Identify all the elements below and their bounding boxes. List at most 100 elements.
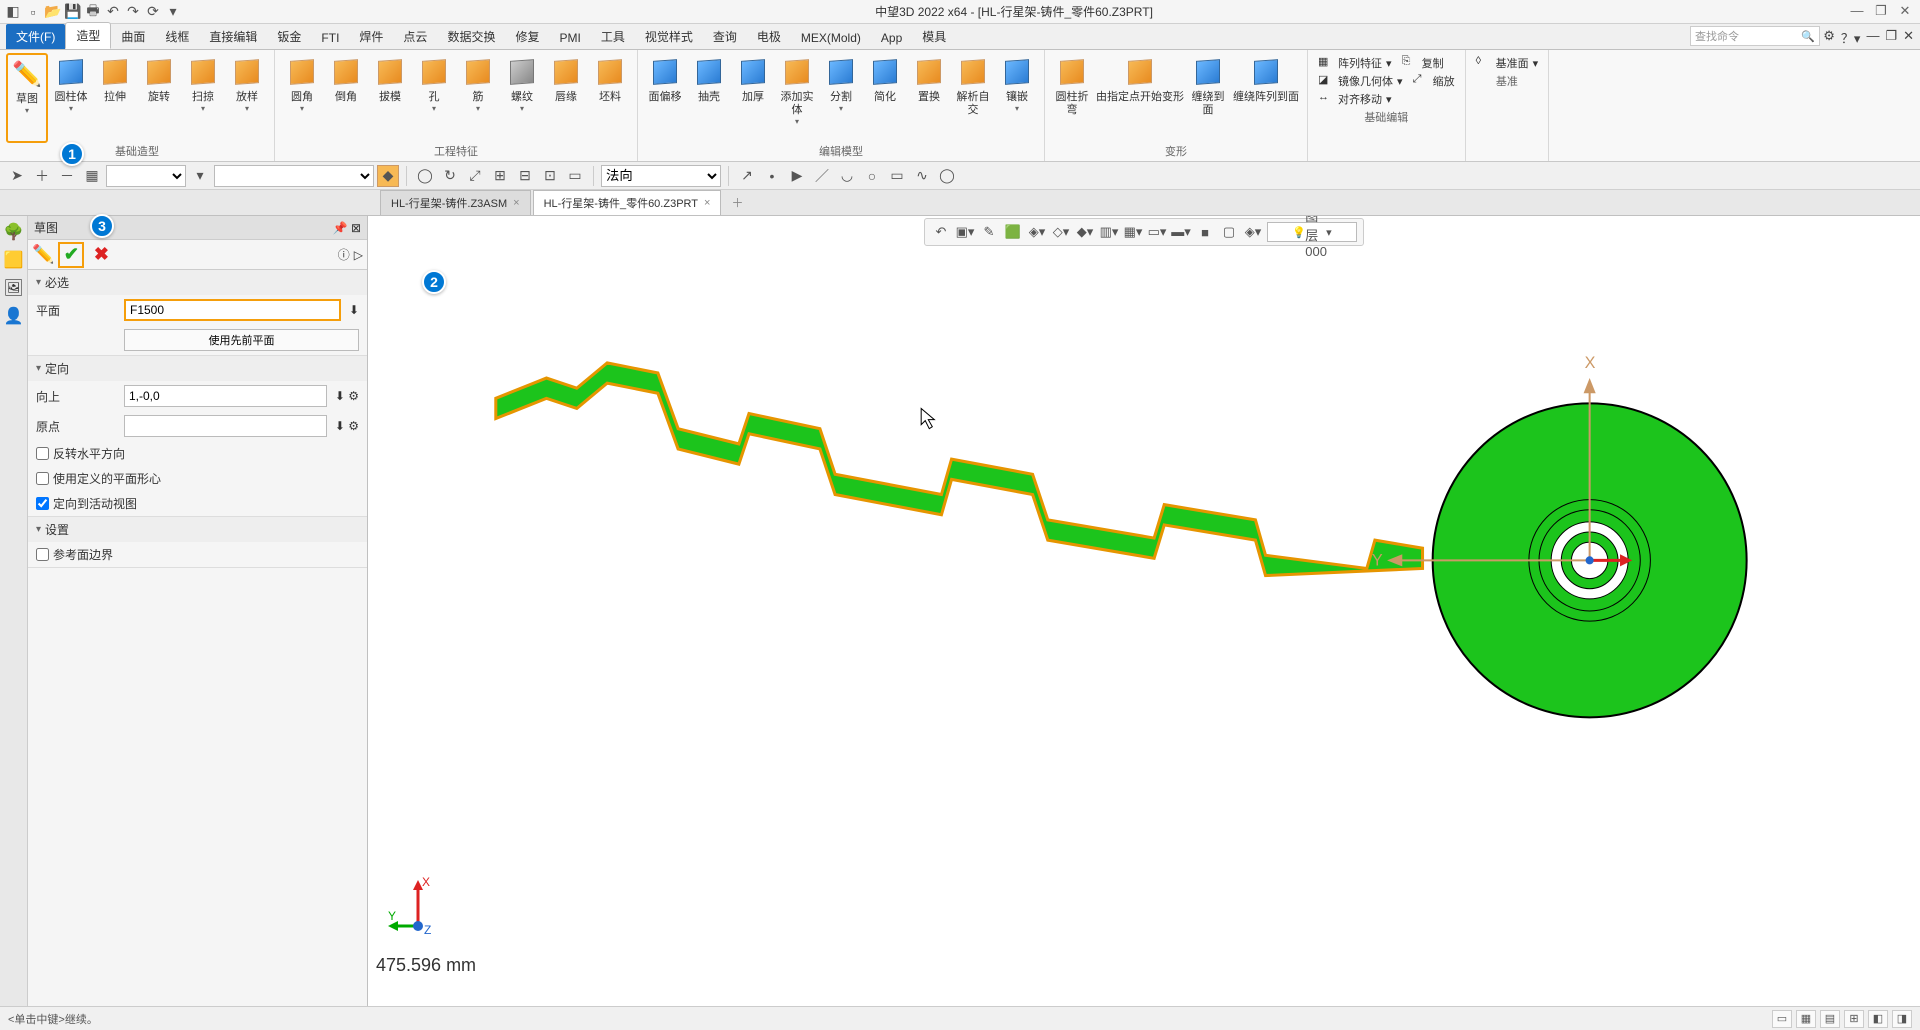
tb-icon-4[interactable]: ⊞ xyxy=(489,165,511,187)
tb-arc-icon[interactable]: ◡ xyxy=(836,165,858,187)
cylinder-button[interactable]: 圆柱体▾ xyxy=(50,53,92,143)
win-min-icon[interactable]: — xyxy=(1866,28,1879,47)
tb-icon-6[interactable]: ⊡ xyxy=(539,165,561,187)
vt-wire-icon[interactable]: ◇▾ xyxy=(1051,222,1071,242)
tb-icon-2[interactable]: ↻ xyxy=(439,165,461,187)
align-move-button[interactable]: ↔对齐移动 ▾ xyxy=(1318,91,1455,107)
tb-icon-3[interactable]: ⤢ xyxy=(464,165,486,187)
simplify-button[interactable]: 简化 xyxy=(864,53,906,143)
tb-line-icon[interactable]: ／ xyxy=(811,165,833,187)
qa-open-icon[interactable]: 📂 xyxy=(44,3,62,21)
thread-button[interactable]: 螺纹▾ xyxy=(501,53,543,143)
rib-button[interactable]: 筋▾ xyxy=(457,53,499,143)
datum-plane-button[interactable]: ◊基准面 ▾ xyxy=(1476,55,1539,71)
ok-button[interactable]: ✔ xyxy=(58,242,84,268)
lip-button[interactable]: 唇缘 xyxy=(545,53,587,143)
status-icon-1[interactable]: ▭ xyxy=(1772,1010,1792,1028)
qa-more-icon[interactable]: ▾ xyxy=(164,3,182,21)
command-search[interactable]: 查找命令🔍 xyxy=(1690,26,1820,46)
split-button[interactable]: 分割▾ xyxy=(820,53,862,143)
tab-dataexchange[interactable]: 数据交换 xyxy=(437,24,505,49)
vt-iso-icon[interactable]: ◈▾ xyxy=(1027,222,1047,242)
minimize-button[interactable]: — xyxy=(1846,3,1868,21)
tab-pointcloud[interactable]: 点云 xyxy=(393,24,437,49)
use-prev-plane-button[interactable]: 使用先前平面 xyxy=(124,329,359,351)
maximize-button[interactable]: ❐ xyxy=(1870,3,1892,21)
status-icon-4[interactable]: ⊞ xyxy=(1844,1010,1864,1028)
vt-color-icon[interactable]: ▬▾ xyxy=(1171,222,1191,242)
chk-orient-view[interactable]: 定向到活动视图 xyxy=(36,495,137,512)
origin-picker-icon[interactable]: ⬇ ⚙ xyxy=(335,419,359,433)
wrap-pattern-button[interactable]: 缠绕阵列到面 xyxy=(1231,53,1301,143)
rail-image-icon[interactable]: 🖼 xyxy=(3,278,25,300)
select-arrow-icon[interactable]: ➤ xyxy=(6,165,28,187)
tab-visual[interactable]: 视觉样式 xyxy=(635,24,703,49)
tab-file[interactable]: 文件(F) xyxy=(6,24,65,49)
tab-pmi[interactable]: PMI xyxy=(549,27,590,49)
vt-shade-icon[interactable]: ◆▾ xyxy=(1075,222,1095,242)
sweep-button[interactable]: 扫掠▾ xyxy=(182,53,224,143)
tb-rect-icon[interactable]: ▭ xyxy=(886,165,908,187)
replace-button[interactable]: 置换 xyxy=(908,53,950,143)
remove-selection-icon[interactable]: － xyxy=(56,165,78,187)
vt-plane-icon[interactable]: ▭▾ xyxy=(1147,222,1167,242)
new-tab-button[interactable]: ＋ xyxy=(723,190,751,215)
tb-icon-1[interactable]: ◯ xyxy=(414,165,436,187)
loft-button[interactable]: 放样▾ xyxy=(226,53,268,143)
qa-print-icon[interactable]: 🖶 xyxy=(84,3,102,21)
tb-play-icon[interactable]: ▶ xyxy=(786,165,808,187)
tab-weld[interactable]: 焊件 xyxy=(349,24,393,49)
status-icon-2[interactable]: ▦ xyxy=(1796,1010,1816,1028)
tb-icon-5[interactable]: ⊟ xyxy=(514,165,536,187)
close-button[interactable]: ✕ xyxy=(1894,3,1916,21)
up-picker-icon[interactable]: ⬇ ⚙ xyxy=(335,389,359,403)
viewport[interactable]: ↶ ▣▾ ✎ 🟩 ◈▾ ◇▾ ◆▾ ▥▾ ▦▾ ▭▾ ▬▾ ■ ▢ ◈▾ 💡 图… xyxy=(368,216,1920,1006)
cyl-bend-button[interactable]: 圆柱折弯 xyxy=(1051,53,1093,143)
add-solid-button[interactable]: 添加实体▾ xyxy=(776,53,818,143)
chk-use-center[interactable]: 使用定义的平面形心 xyxy=(36,470,161,487)
tab-tools[interactable]: 工具 xyxy=(591,24,635,49)
win-restore-icon[interactable]: ❐ xyxy=(1885,28,1897,47)
doc-tab-asm[interactable]: HL-行星架-铸件.Z3ASM× xyxy=(380,190,531,215)
tab-electrode[interactable]: 电极 xyxy=(747,24,791,49)
tb-arrow-icon[interactable]: ↗ xyxy=(736,165,758,187)
vt-wand-icon[interactable]: ✎ xyxy=(979,222,999,242)
self-intersect-button[interactable]: 解析自交 xyxy=(952,53,994,143)
plane-input[interactable] xyxy=(124,299,341,321)
chk-ref-edge[interactable]: 参考面边界 xyxy=(36,546,113,563)
tab-surface[interactable]: 曲面 xyxy=(111,24,155,49)
blank-button[interactable]: 坯料 xyxy=(589,53,631,143)
tab-fti[interactable]: FTI xyxy=(311,27,349,49)
section-settings[interactable]: 设置 xyxy=(28,517,367,542)
cancel-button[interactable]: ✖ xyxy=(88,242,114,268)
vt-box-icon[interactable]: ▣▾ xyxy=(955,222,975,242)
close-tab-icon[interactable]: × xyxy=(513,197,519,209)
tb-ellipse-icon[interactable]: ◯ xyxy=(936,165,958,187)
hole-button[interactable]: 孔▾ xyxy=(413,53,455,143)
filter-combo-1[interactable] xyxy=(106,165,186,187)
doc-tab-part[interactable]: HL-行星架-铸件_零件60.Z3PRT× xyxy=(533,190,722,215)
origin-input[interactable] xyxy=(124,415,327,437)
close-tab-icon[interactable]: × xyxy=(704,197,710,209)
rail-user-icon[interactable]: 👤 xyxy=(3,306,25,328)
vt-solid-icon[interactable]: 🟩 xyxy=(1003,222,1023,242)
tab-mold[interactable]: 模具 xyxy=(912,24,956,49)
deform-from-point-button[interactable]: 由指定点开始变形 xyxy=(1095,53,1185,143)
qa-new-icon[interactable]: ▫ xyxy=(24,3,42,21)
tb-point-icon[interactable]: • xyxy=(761,165,783,187)
mirror-geom-button[interactable]: ◪镜像几何体 ▾ ⤢缩放 xyxy=(1318,73,1455,89)
chk-flip[interactable]: 反转水平方向 xyxy=(36,445,125,462)
qa-save-icon[interactable]: 💾 xyxy=(64,3,82,21)
tb-icon-7[interactable]: ▭ xyxy=(564,165,586,187)
filter-combo-2[interactable] xyxy=(214,165,374,187)
plane-picker-icon[interactable]: ⬇ xyxy=(349,303,359,317)
rail-tree-icon[interactable]: 🌳 xyxy=(3,222,25,244)
box-select-icon[interactable]: ▦ xyxy=(81,165,103,187)
tab-mex[interactable]: MEX(Mold) xyxy=(791,27,871,49)
layer-combo[interactable]: 💡 图层000 ▾ xyxy=(1267,222,1357,242)
add-selection-icon[interactable]: ＋ xyxy=(31,165,53,187)
tab-app[interactable]: App xyxy=(871,27,912,49)
chamfer-button[interactable]: 倒角 xyxy=(325,53,367,143)
panel-pin-icon[interactable]: 📌 xyxy=(333,221,348,235)
revolve-button[interactable]: 旋转 xyxy=(138,53,180,143)
